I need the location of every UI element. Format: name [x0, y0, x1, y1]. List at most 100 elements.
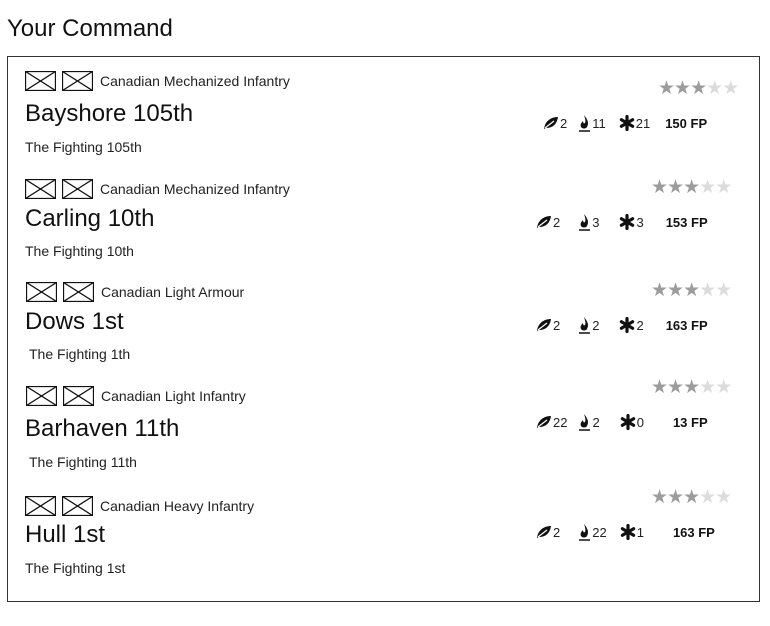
asterisk-stat: 0: [620, 414, 644, 430]
asterisk-value: 2: [636, 317, 644, 333]
leaf-icon: [536, 318, 553, 332]
unit-motto: The Fighting 10th: [25, 243, 134, 259]
star-empty-icon: ★: [722, 78, 739, 99]
leaf-value: 22: [553, 414, 568, 430]
fp-value: 163 FP: [672, 524, 715, 540]
star-rating: ★★★★★: [651, 377, 732, 398]
unit-card[interactable]: Canadian Mechanized Infantry Bayshore 10…: [8, 57, 759, 157]
star-filled-icon: ★: [667, 177, 684, 198]
leaf-stat: 2: [543, 116, 567, 131]
star-empty-icon: ★: [706, 78, 723, 99]
unit-card[interactable]: Canadian Heavy Infantry Hull 1st The Fig…: [8, 482, 759, 582]
unit-symbols: Canadian Heavy Infantry: [25, 496, 254, 516]
unit-card[interactable]: Canadian Light Infantry Barhaven 11th Th…: [8, 372, 759, 472]
leaf-stat: 2: [536, 215, 560, 230]
asterisk-stat: 21: [619, 115, 650, 131]
asterisk-icon: [619, 214, 636, 230]
leaf-icon: [543, 116, 560, 130]
command-list: Canadian Mechanized Infantry Bayshore 10…: [7, 56, 760, 602]
unit-card[interactable]: Canadian Mechanized Infantry Carling 10t…: [8, 165, 759, 265]
unit-type: Canadian Mechanized Infantry: [100, 181, 290, 197]
asterisk-icon: [619, 115, 636, 131]
star-filled-icon: ★: [658, 78, 675, 99]
unit-stats: 2 2 2 163 FP: [536, 315, 708, 335]
star-filled-icon: ★: [651, 280, 668, 301]
unit-card[interactable]: Canadian Light Armour Dows 1st The Fight…: [8, 268, 759, 368]
unit-symbols: Canadian Mechanized Infantry: [25, 71, 290, 91]
star-filled-icon: ★: [651, 177, 668, 198]
fire-stat: 22: [577, 523, 607, 541]
star-empty-icon: ★: [699, 280, 716, 301]
star-filled-icon: ★: [667, 280, 684, 301]
leaf-value: 2: [553, 317, 561, 333]
leaf-stat: 22: [536, 415, 567, 430]
page-title: Your Command: [7, 15, 173, 42]
nato-infantry-symbol-icon: [62, 71, 93, 91]
asterisk-value: 0: [636, 414, 644, 430]
fire-value: 2: [592, 414, 600, 430]
unit-stats: 2 22 1 163 FP: [536, 522, 715, 542]
leaf-stat: 2: [536, 318, 560, 333]
fire-stat: 2: [577, 316, 599, 334]
star-filled-icon: ★: [651, 487, 668, 508]
unit-symbols: Canadian Light Infantry: [26, 386, 246, 406]
unit-name: Dows 1st: [25, 308, 124, 335]
asterisk-icon: [620, 414, 637, 430]
nato-infantry-symbol-icon: [26, 282, 57, 302]
asterisk-stat: 2: [619, 317, 644, 333]
fire-stat: 11: [577, 114, 606, 132]
flame-icon: [577, 213, 592, 231]
fp-value: 153 FP: [665, 214, 708, 230]
unit-name: Bayshore 105th: [25, 100, 194, 127]
unit-symbols: Canadian Light Armour: [26, 282, 244, 302]
fire-stat: 2: [577, 413, 600, 431]
nato-infantry-symbol-icon: [62, 496, 93, 516]
leaf-icon: [536, 415, 553, 429]
fire-stat: 3: [577, 213, 599, 231]
star-filled-icon: ★: [667, 487, 684, 508]
unit-motto: The Fighting 1st: [25, 560, 126, 576]
asterisk-stat: 1: [620, 524, 644, 540]
star-empty-icon: ★: [699, 177, 716, 198]
fire-value: 2: [592, 317, 600, 333]
star-filled-icon: ★: [674, 78, 691, 99]
unit-motto: The Fighting 1th: [29, 346, 131, 362]
asterisk-value: 21: [635, 115, 651, 131]
leaf-value: 2: [553, 524, 561, 540]
unit-stats: 22 2 0 13 FP: [536, 412, 708, 432]
star-rating: ★★★★★: [658, 78, 739, 99]
leaf-stat: 2: [536, 525, 560, 540]
nato-infantry-symbol-icon: [62, 179, 93, 199]
star-filled-icon: ★: [683, 280, 700, 301]
flame-icon: [577, 316, 592, 334]
unit-name: Barhaven 11th: [25, 415, 180, 442]
asterisk-stat: 3: [619, 214, 644, 230]
flame-icon: [577, 114, 592, 132]
star-filled-icon: ★: [683, 487, 700, 508]
nato-infantry-symbol-icon: [63, 282, 94, 302]
star-filled-icon: ★: [651, 377, 668, 398]
star-rating: ★★★★★: [651, 177, 732, 198]
fp-value: 13 FP: [672, 414, 708, 430]
star-filled-icon: ★: [683, 177, 700, 198]
star-rating: ★★★★★: [651, 487, 732, 508]
flame-icon: [577, 413, 592, 431]
star-empty-icon: ★: [715, 280, 732, 301]
unit-type: Canadian Light Armour: [101, 284, 245, 300]
unit-motto: The Fighting 105th: [25, 139, 142, 155]
fp-value: 163 FP: [665, 317, 708, 333]
star-empty-icon: ★: [699, 487, 716, 508]
star-empty-icon: ★: [715, 377, 732, 398]
unit-name: Hull 1st: [25, 521, 106, 548]
unit-type: Canadian Mechanized Infantry: [100, 73, 290, 89]
unit-motto: The Fighting 11th: [29, 454, 137, 470]
unit-symbols: Canadian Mechanized Infantry: [25, 179, 290, 199]
asterisk-icon: [619, 317, 636, 333]
unit-name: Carling 10th: [25, 205, 155, 232]
leaf-icon: [536, 215, 553, 229]
nato-infantry-symbol-icon: [63, 386, 94, 406]
star-filled-icon: ★: [683, 377, 700, 398]
leaf-value: 2: [553, 214, 561, 230]
fp-value: 150 FP: [665, 115, 708, 131]
nato-infantry-symbol-icon: [25, 179, 56, 199]
